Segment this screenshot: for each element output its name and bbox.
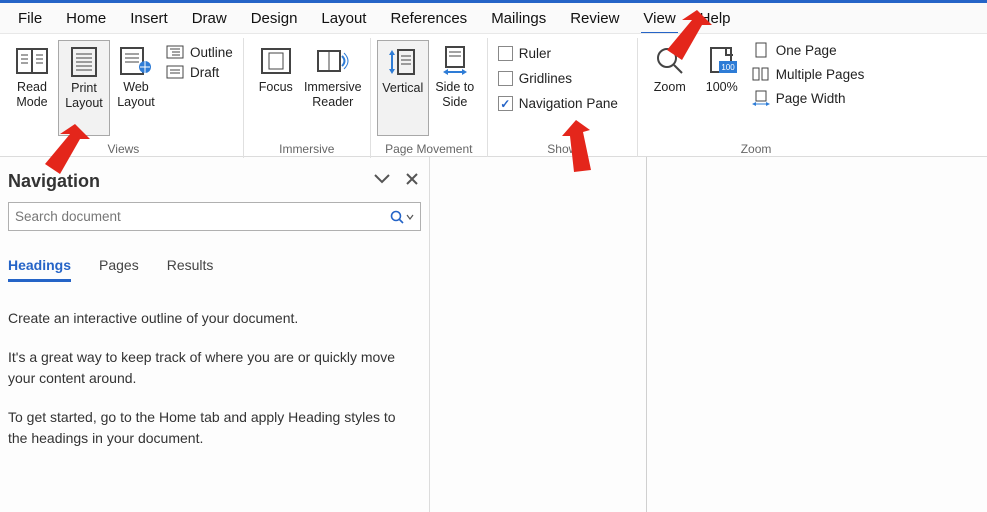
menu-home[interactable]: Home	[54, 6, 118, 31]
group-label-page-movement: Page Movement	[371, 142, 487, 156]
read-mode-label: Read Mode	[10, 80, 54, 110]
menu-help[interactable]: Help	[688, 6, 743, 31]
print-layout-button[interactable]: Print Layout	[58, 40, 110, 136]
tab-headings[interactable]: Headings	[8, 257, 71, 282]
ribbon-group-immersive: Focus Immersive Reader Immersive	[244, 38, 371, 158]
immersive-reader-icon	[316, 44, 350, 78]
navigation-pane: Navigation Headings Pages Results C	[0, 157, 430, 512]
outline-button[interactable]: Outline	[166, 44, 233, 60]
ribbon-group-page-movement: Vertical Side to Side Page Movement	[371, 38, 488, 158]
vertical-button[interactable]: Vertical	[377, 40, 429, 136]
tab-results[interactable]: Results	[167, 257, 214, 282]
ribbon-group-views: Read Mode Print Layout Web Layout	[4, 38, 244, 158]
nav-paragraph: It's a great way to keep track of where …	[8, 347, 415, 389]
nav-paragraph: Create an interactive outline of your do…	[8, 308, 415, 329]
menu-file[interactable]: File	[6, 6, 54, 31]
group-label-zoom: Zoom	[638, 142, 875, 156]
navigation-title: Navigation	[8, 171, 100, 192]
ribbon: Read Mode Print Layout Web Layout	[0, 33, 987, 157]
page-width-button[interactable]: Page Width	[752, 90, 865, 106]
immersive-reader-button[interactable]: Immersive Reader	[302, 40, 364, 136]
menu-design[interactable]: Design	[239, 6, 310, 31]
read-mode-icon	[15, 44, 49, 78]
focus-button[interactable]: Focus	[250, 40, 302, 136]
nav-body-text: Create an interactive outline of your do…	[8, 308, 421, 467]
page-width-label: Page Width	[776, 91, 846, 106]
tab-pages[interactable]: Pages	[99, 257, 139, 282]
group-label-immersive: Immersive	[244, 142, 370, 156]
chevron-down-icon[interactable]	[373, 172, 391, 191]
vertical-icon	[386, 45, 420, 79]
group-label-show: Show	[488, 142, 637, 156]
search-button[interactable]	[390, 210, 414, 224]
multiple-pages-button[interactable]: Multiple Pages	[752, 66, 865, 82]
focus-icon	[259, 44, 293, 78]
ribbon-group-show: Ruler Gridlines Navigation Pane Show	[488, 38, 638, 158]
ruler-checkbox[interactable]: Ruler	[498, 46, 618, 61]
menu-view[interactable]: View	[631, 6, 687, 31]
draft-button[interactable]: Draft	[166, 64, 233, 80]
zoom-label: Zoom	[654, 80, 686, 95]
nav-paragraph: To get started, go to the Home tab and a…	[8, 407, 415, 449]
ruler-label: Ruler	[519, 46, 551, 61]
page-edge	[646, 157, 647, 512]
zoom-button[interactable]: Zoom	[644, 40, 696, 136]
read-mode-button[interactable]: Read Mode	[6, 40, 58, 136]
search-input[interactable]	[15, 209, 390, 224]
one-page-label: One Page	[776, 43, 837, 58]
vertical-label: Vertical	[382, 81, 423, 96]
menu-mailings[interactable]: Mailings	[479, 6, 558, 31]
search-box[interactable]	[8, 202, 421, 231]
menu-review[interactable]: Review	[558, 6, 631, 31]
focus-label: Focus	[259, 80, 293, 95]
draft-icon	[166, 64, 184, 80]
hundred-percent-button[interactable]: 100 100%	[696, 40, 748, 136]
document-area[interactable]	[430, 157, 987, 512]
hundred-percent-icon: 100	[705, 44, 739, 78]
multiple-pages-label: Multiple Pages	[776, 67, 865, 82]
nav-pane-label: Navigation Pane	[519, 96, 618, 111]
outline-label: Outline	[190, 45, 233, 60]
side-to-side-button[interactable]: Side to Side	[429, 40, 481, 136]
side-to-side-label: Side to Side	[433, 80, 477, 110]
dropdown-caret-icon	[406, 213, 414, 221]
gridlines-label: Gridlines	[519, 71, 572, 86]
hundred-percent-label: 100%	[706, 80, 738, 95]
zoom-icon	[653, 44, 687, 78]
svg-text:100: 100	[721, 63, 735, 72]
ribbon-group-zoom: Zoom 100 100% One Page	[638, 38, 875, 158]
one-page-icon	[752, 42, 770, 58]
search-icon	[390, 210, 404, 224]
menu-insert[interactable]: Insert	[118, 6, 180, 31]
checkbox-icon	[498, 46, 513, 61]
immersive-reader-label: Immersive Reader	[304, 80, 362, 110]
menu-bar: File Home Insert Draw Design Layout Refe…	[0, 3, 987, 33]
draft-label: Draft	[190, 65, 219, 80]
multiple-pages-icon	[752, 66, 770, 82]
close-icon[interactable]	[405, 172, 419, 191]
gridlines-checkbox[interactable]: Gridlines	[498, 71, 618, 86]
print-layout-icon	[67, 45, 101, 79]
checkbox-icon	[498, 71, 513, 86]
outline-icon	[166, 44, 184, 60]
side-to-side-icon	[438, 44, 472, 78]
menu-layout[interactable]: Layout	[309, 6, 378, 31]
web-layout-button[interactable]: Web Layout	[110, 40, 162, 136]
group-label-views: Views	[4, 142, 243, 156]
menu-draw[interactable]: Draw	[180, 6, 239, 31]
web-layout-icon	[119, 44, 153, 78]
body-area: Navigation Headings Pages Results C	[0, 157, 987, 512]
menu-references[interactable]: References	[378, 6, 479, 31]
print-layout-label: Print Layout	[63, 81, 105, 111]
page-width-icon	[752, 90, 770, 106]
nav-tabs: Headings Pages Results	[8, 257, 421, 282]
one-page-button[interactable]: One Page	[752, 42, 865, 58]
web-layout-label: Web Layout	[114, 80, 158, 110]
navigation-pane-checkbox[interactable]: Navigation Pane	[498, 96, 618, 111]
checkbox-checked-icon	[498, 96, 513, 111]
